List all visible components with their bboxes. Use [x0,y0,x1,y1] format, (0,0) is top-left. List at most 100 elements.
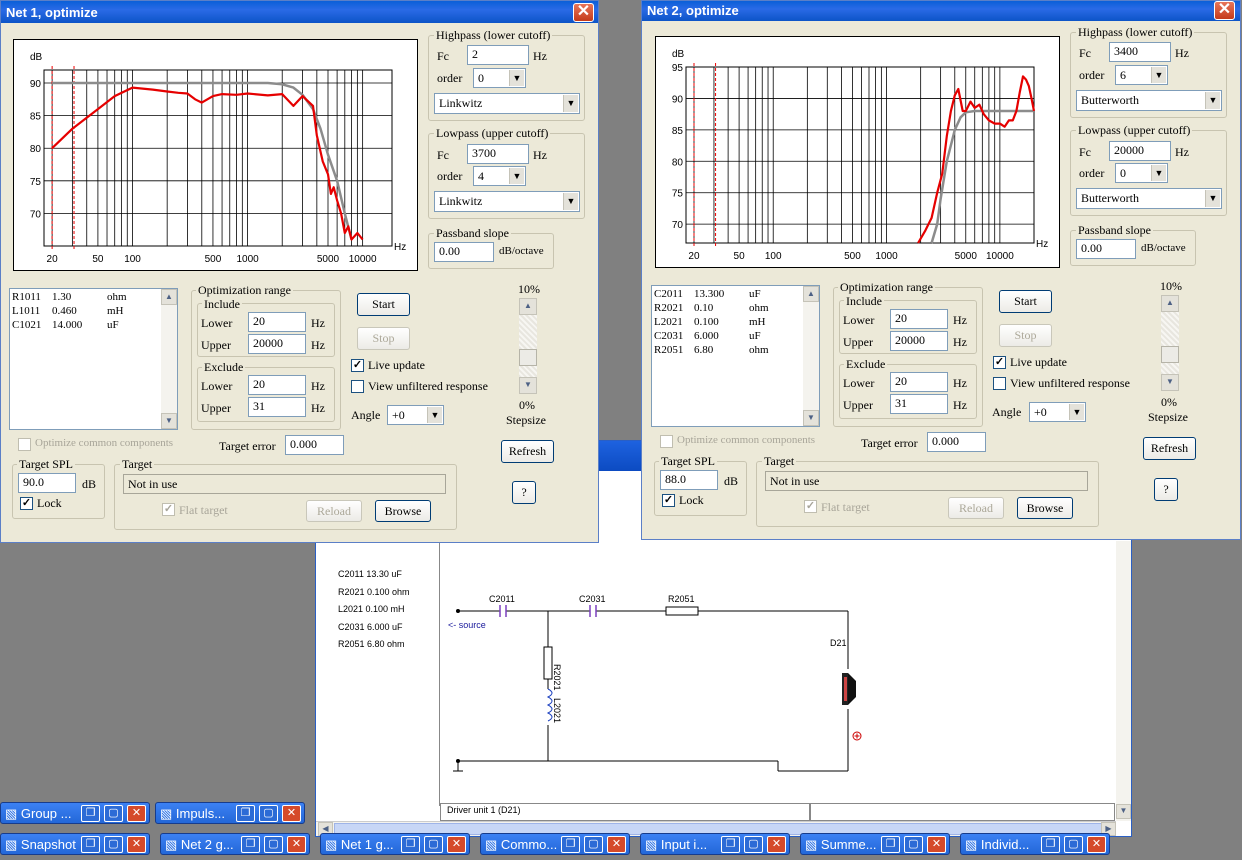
minimized-window[interactable]: ▧ Net 2 g... ❐ ▢ ✕ [160,833,310,855]
net2-lp-fc-input[interactable]: 20000 [1109,141,1171,161]
net1-reload-button[interactable]: Reload [306,500,362,522]
net2-target-spl-input[interactable]: 88.0 [660,470,718,490]
net1-optimize-common-checkbox[interactable] [18,438,31,451]
net2-component-list[interactable]: C2011 13.300 uF R2021 0.10 ohm L2021 0.100 mH C20… [651,285,820,427]
net1-refresh-button[interactable]: Refresh [501,440,554,463]
scroll-down-arrow[interactable]: ▼ [803,410,819,426]
chevron-down-icon[interactable]: ▼ [509,70,524,86]
close-icon[interactable]: ✕ [447,836,466,853]
net2-component-name[interactable]: R2021 [654,302,683,314]
net2-lock-checkbox[interactable]: ✓ [662,494,675,507]
chevron-down-icon[interactable]: ▼ [1151,165,1166,181]
restore-icon[interactable]: ❐ [721,836,740,853]
maximize-icon[interactable]: ▢ [424,836,443,853]
minimized-window[interactable]: ▧ Individ... ❐ ▢ ✕ [960,833,1110,855]
net2-component-name[interactable]: C2011 [654,288,683,300]
net2-hp-order-select[interactable]: 6 ▼ [1115,65,1168,85]
net1-browse-button[interactable]: Browse [375,500,431,522]
net1-view-unfiltered-checkbox[interactable] [351,380,364,393]
net2-lp-type-select[interactable]: Butterworth ▼ [1076,188,1222,209]
minimized-window[interactable]: ▧ Summe... ❐ ▢ ✕ [800,833,950,855]
net1-stop-button[interactable]: Stop [357,327,410,350]
net1-target-spl-input[interactable]: 90.0 [18,473,76,493]
net2-stepsize-slider[interactable]: ▲ ▼ [1161,295,1179,391]
restore-icon[interactable]: ❐ [81,836,100,853]
net1-hp-order-select[interactable]: 0 ▼ [473,68,526,88]
minimized-window[interactable]: ▧ Snapshot ❐ ▢ ✕ [0,833,150,855]
net2-exc-upper-input[interactable]: 31 [890,394,948,414]
minimized-window[interactable]: ▧ Commo... ❐ ▢ ✕ [480,833,630,855]
restore-icon[interactable]: ❐ [241,836,260,853]
net1-lp-order-select[interactable]: 4 ▼ [473,166,526,186]
net2-angle-select[interactable]: +0 ▼ [1029,402,1086,422]
minimized-window[interactable]: ▧ Impuls... ❐ ▢ ✕ [155,802,305,824]
net2-close-button[interactable]: ✕ [1214,1,1235,20]
chevron-down-icon[interactable]: ▼ [509,168,524,184]
close-icon[interactable]: ✕ [1087,836,1106,853]
chevron-down-icon[interactable]: ▼ [427,407,442,423]
net1-flat-target-checkbox[interactable]: ✓ [162,503,175,516]
maximize-icon[interactable]: ▢ [904,836,923,853]
chevron-down-icon[interactable]: ▼ [1069,404,1084,420]
restore-icon[interactable]: ❐ [881,836,900,853]
net2-component-name[interactable]: R2051 [654,344,683,356]
net1-angle-select[interactable]: +0 ▼ [387,405,444,425]
restore-icon[interactable]: ❐ [1041,836,1060,853]
net2-help-button[interactable]: ? [1154,478,1178,501]
net1-list-scrollbar[interactable]: ▲ ▼ [161,289,177,429]
net1-component-name[interactable]: C1021 [12,319,41,331]
scroll-down-arrow[interactable]: ▼ [1116,804,1131,819]
net2-slider-thumb[interactable] [1161,345,1179,363]
restore-icon[interactable]: ❐ [81,805,100,822]
net1-component-name[interactable]: R1011 [12,291,41,303]
net2-start-button[interactable]: Start [999,290,1052,313]
maximize-icon[interactable]: ▢ [259,805,278,822]
net2-view-unfiltered-checkbox[interactable] [993,377,1006,390]
net2-slope-input[interactable]: 0.00 [1076,239,1136,259]
net2-live-update-checkbox[interactable]: ✓ [993,356,1006,369]
net1-hp-fc-input[interactable]: 2 [467,45,529,65]
net2-lp-order-select[interactable]: 0 ▼ [1115,163,1168,183]
chevron-down-icon[interactable]: ▼ [563,95,578,112]
net1-lock-checkbox[interactable]: ✓ [20,497,33,510]
close-icon[interactable]: ✕ [127,805,146,822]
schematic-vscrollbar[interactable]: ▼ [1116,541,1131,821]
scroll-up-arrow[interactable]: ▲ [803,286,819,302]
net2-hp-fc-input[interactable]: 3400 [1109,42,1171,62]
maximize-icon[interactable]: ▢ [584,836,603,853]
net1-titlebar[interactable]: Net 1, optimize [1,1,598,23]
chevron-down-icon[interactable]: ▼ [563,193,578,210]
net1-exc-upper-input[interactable]: 31 [248,397,306,417]
maximize-icon[interactable]: ▢ [264,836,283,853]
net1-component-name[interactable]: L1011 [12,305,40,317]
net2-refresh-button[interactable]: Refresh [1143,437,1196,460]
net2-hp-type-select[interactable]: Butterworth ▼ [1076,90,1222,111]
maximize-icon[interactable]: ▢ [1064,836,1083,853]
chevron-down-icon[interactable]: ▼ [1205,92,1220,109]
maximize-icon[interactable]: ▢ [744,836,763,853]
net2-component-name[interactable]: L2021 [654,316,683,328]
net1-lp-fc-input[interactable]: 3700 [467,144,529,164]
restore-icon[interactable]: ❐ [236,805,255,822]
net1-slider-thumb[interactable] [519,348,537,366]
net1-help-button[interactable]: ? [512,481,536,504]
net1-stepsize-slider[interactable]: ▲ ▼ [519,298,537,394]
maximize-icon[interactable]: ▢ [104,805,123,822]
maximize-icon[interactable]: ▢ [104,836,123,853]
net2-inc-lower-input[interactable]: 20 [890,309,948,329]
slider-down-arrow[interactable]: ▼ [1161,374,1179,391]
net1-lp-type-select[interactable]: Linkwitz ▼ [434,191,580,212]
close-icon[interactable]: ✕ [607,836,626,853]
restore-icon[interactable]: ❐ [401,836,420,853]
net1-inc-lower-input[interactable]: 20 [248,312,306,332]
close-icon[interactable]: ✕ [767,836,786,853]
slider-down-arrow[interactable]: ▼ [519,377,537,394]
chevron-down-icon[interactable]: ▼ [1205,190,1220,207]
net1-inc-upper-input[interactable]: 20000 [248,334,306,354]
net1-live-update-checkbox[interactable]: ✓ [351,359,364,372]
minimized-window[interactable]: ▧ Net 1 g... ❐ ▢ ✕ [320,833,470,855]
net1-hp-type-select[interactable]: Linkwitz ▼ [434,93,580,114]
net1-component-list[interactable]: R1011 1.30 ohm L1011 0.460 mH C1021 14.000 uF ▲ … [9,288,178,430]
minimized-window[interactable]: ▧ Group ... ❐ ▢ ✕ [0,802,150,824]
net1-start-button[interactable]: Start [357,293,410,316]
